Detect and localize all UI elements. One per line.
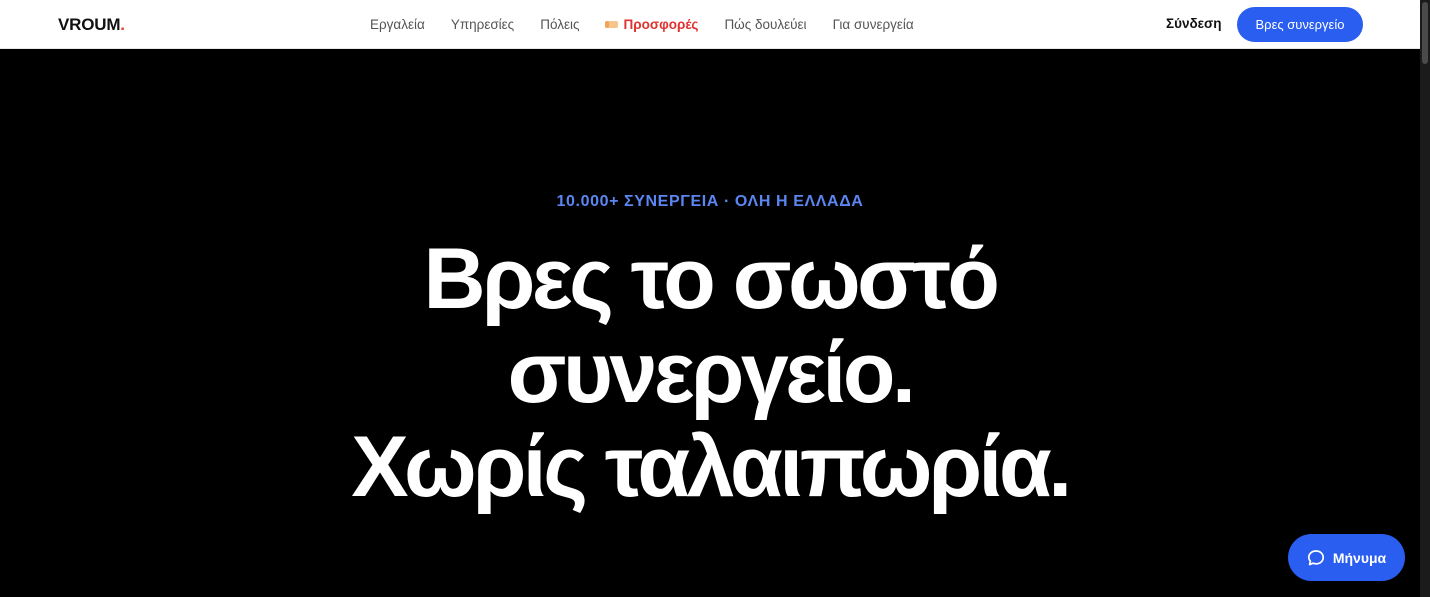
chat-button-label: Μήνυμα <box>1332 549 1387 566</box>
page: VROUM. Εργαλεία Υπηρεσίες Πόλεις Προσφορ… <box>0 0 1430 597</box>
main-nav: Εργαλεία Υπηρεσίες Πόλεις Προσφορές Πώς … <box>370 0 940 49</box>
hero-eyebrow: 10.000+ ΣΥΝΕΡΓΕΙΑ · ΟΛΗ Η ΕΛΛΑΔΑ <box>556 193 864 210</box>
login-link[interactable]: Σύνδεση <box>1166 16 1222 31</box>
nav-item-cities[interactable]: Πόλεις <box>540 17 579 32</box>
chat-bubble-icon <box>1307 549 1325 567</box>
find-garage-button[interactable]: Βρες συνεργείο <box>1237 7 1363 42</box>
page-scrollbar[interactable] <box>1420 0 1430 597</box>
logo-text: VROUM <box>58 15 121 34</box>
nav-item-for-garages[interactable]: Για συνεργεία <box>833 17 914 32</box>
logo-dot: . <box>120 15 125 34</box>
nav-item-tools[interactable]: Εργαλεία <box>370 17 425 32</box>
headline-line-2: συνεργείο. <box>507 325 916 421</box>
tag-icon <box>605 21 619 28</box>
headline-line-3: Χωρίς ταλαιπωρία. <box>351 419 1072 515</box>
hero-headline: Βρες το σωστό συνεργείο. Χωρίς ταλαιπωρί… <box>0 232 1420 514</box>
chat-message-button[interactable]: Μήνυμα <box>1288 534 1405 581</box>
scrollbar-thumb[interactable] <box>1422 2 1428 64</box>
nav-item-offers[interactable]: Προσφορές <box>605 17 698 32</box>
nav-item-services[interactable]: Υπηρεσίες <box>451 17 514 32</box>
top-header: VROUM. Εργαλεία Υπηρεσίες Πόλεις Προσφορ… <box>0 0 1420 49</box>
headline-line-1: Βρες το σωστό <box>423 231 1000 327</box>
vroum-logo[interactable]: VROUM. <box>58 15 125 35</box>
nav-item-offers-label: Προσφορές <box>623 17 699 32</box>
nav-item-how-it-works[interactable]: Πώς δουλεύει <box>724 17 806 32</box>
